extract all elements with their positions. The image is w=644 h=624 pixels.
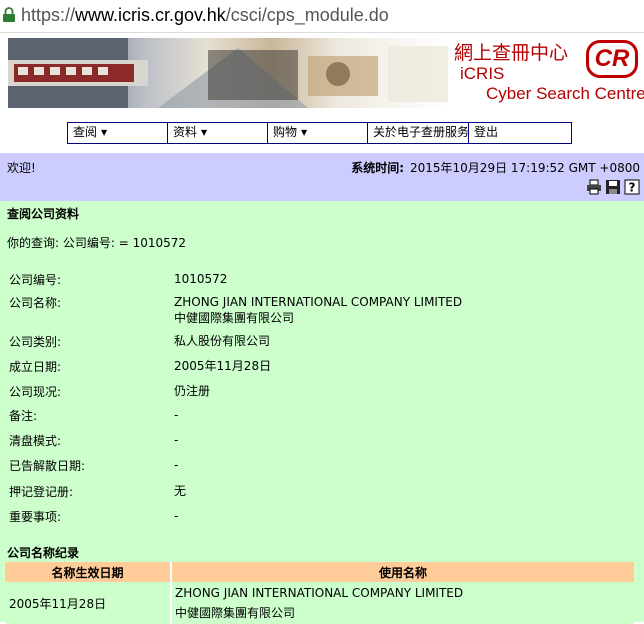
column-header-effective-date: 名称生效日期	[5, 562, 171, 582]
banner-photo	[8, 38, 448, 108]
menu-item-info[interactable]: 资料 ▼	[168, 123, 268, 143]
welcome-bar: 欢迎! 系统时间: 2015年10月29日 17:19:52 GMT +0800 …	[0, 153, 644, 201]
menu-item-label: 关於电子查册服务	[373, 125, 469, 139]
field-value: 私人股份有限公司	[174, 334, 271, 348]
main-menu-bar: 查阅 ▼ 资料 ▼ 购物 ▼ 关於电子查册服务 登出	[67, 122, 572, 144]
help-icon[interactable]: ?	[624, 179, 640, 195]
icris-logo[interactable]: 網上查冊中心 CR iCRIS Cyber Search Centre	[446, 38, 644, 108]
welcome-text: 欢迎!	[7, 161, 36, 175]
logo-chinese-text: 網上查冊中心	[454, 42, 569, 64]
save-icon[interactable]	[605, 179, 621, 195]
printer-icon[interactable]	[586, 179, 602, 195]
field-label: 押记登记册:	[9, 485, 74, 499]
field-value: -	[174, 433, 179, 447]
field-value: 无	[174, 484, 187, 498]
menu-item-label: 登出	[474, 125, 499, 139]
caret-down-icon: ▼	[301, 128, 308, 137]
logo-tagline: Cyber Search Centre	[486, 84, 644, 103]
system-time-value: 2015年10月29日 17:19:52 GMT +0800	[410, 161, 640, 175]
field-label: 公司类别:	[9, 335, 62, 349]
query-summary: 你的查询: 公司编号: = 1010572	[7, 236, 187, 250]
field-label: 公司编号:	[9, 273, 62, 287]
field-value: 2005年11月28日	[174, 359, 272, 373]
page-tools: ?	[586, 179, 640, 195]
company-details-panel: 查阅公司资料 你的查询: 公司编号: = 1010572 公司编号: 10105…	[0, 201, 644, 624]
field-value: 1010572	[174, 272, 228, 286]
name-english: ZHONG JIAN INTERNATIONAL COMPANY LIMITED	[175, 586, 464, 600]
menu-item-about[interactable]: 关於电子查册服务	[368, 123, 469, 143]
site-banner: 網上查冊中心 CR iCRIS Cyber Search Centre	[8, 38, 644, 110]
menu-item-shopping[interactable]: 购物 ▼	[268, 123, 368, 143]
field-value: 仍注册	[174, 384, 211, 398]
system-time-label: 系统时间:	[351, 161, 404, 175]
browser-address-bar[interactable]: https://www.icris.cr.gov.hk/csci/cps_mod…	[0, 0, 644, 33]
svg-text:?: ?	[629, 181, 636, 195]
menu-item-search[interactable]: 查阅 ▼	[68, 123, 168, 143]
field-label: 成立日期:	[9, 360, 62, 374]
name-chinese: 中健國際集團有限公司	[175, 606, 296, 620]
banner-collage-image	[8, 38, 448, 108]
caret-down-icon: ▼	[101, 128, 108, 137]
field-value: -	[174, 408, 179, 422]
menu-item-label: 查阅	[73, 125, 98, 139]
field-label: 清盘模式:	[9, 434, 62, 448]
field-value: -	[174, 509, 179, 523]
field-label: 重要事项:	[9, 510, 62, 524]
section-title-company: 查阅公司资料	[7, 207, 80, 221]
table-row: 2005年11月28日 ZHONG JIAN INTERNATIONAL COM…	[5, 582, 634, 624]
url-host: www.icris.cr.gov.hk	[75, 5, 226, 25]
field-label: 备注:	[9, 409, 38, 423]
menu-item-label: 资料	[173, 125, 198, 139]
address-url[interactable]: https://www.icris.cr.gov.hk/csci/cps_mod…	[21, 5, 389, 26]
effective-date-cell: 2005年11月28日	[5, 582, 171, 624]
caret-down-icon: ▼	[201, 128, 208, 137]
url-path: /csci/cps_module.do	[225, 5, 389, 25]
lock-icon	[3, 7, 15, 22]
field-label: 公司名称:	[9, 296, 62, 310]
field-value: -	[174, 458, 179, 472]
menu-item-label: 购物	[273, 125, 298, 139]
section-title-name-history: 公司名称纪录	[7, 546, 80, 560]
column-header-name-used: 使用名称	[170, 562, 634, 582]
url-scheme: https://	[21, 5, 76, 25]
name-history-table: 名称生效日期 使用名称 2005年11月28日 ZHONG JIAN INTER…	[5, 562, 634, 624]
logo-product-name: iCRIS	[460, 64, 505, 83]
system-time: 系统时间: 2015年10月29日 17:19:52 GMT +0800	[351, 159, 640, 176]
field-label: 公司现况:	[9, 385, 62, 399]
cr-logo-badge: CR	[586, 40, 638, 78]
menu-item-logout[interactable]: 登出	[469, 123, 569, 143]
name-used-cell: ZHONG JIAN INTERNATIONAL COMPANY LIMITED…	[170, 582, 634, 624]
field-label: 已告解散日期:	[9, 459, 86, 473]
field-value: ZHONG JIAN INTERNATIONAL COMPANY LIMITED…	[174, 295, 463, 325]
